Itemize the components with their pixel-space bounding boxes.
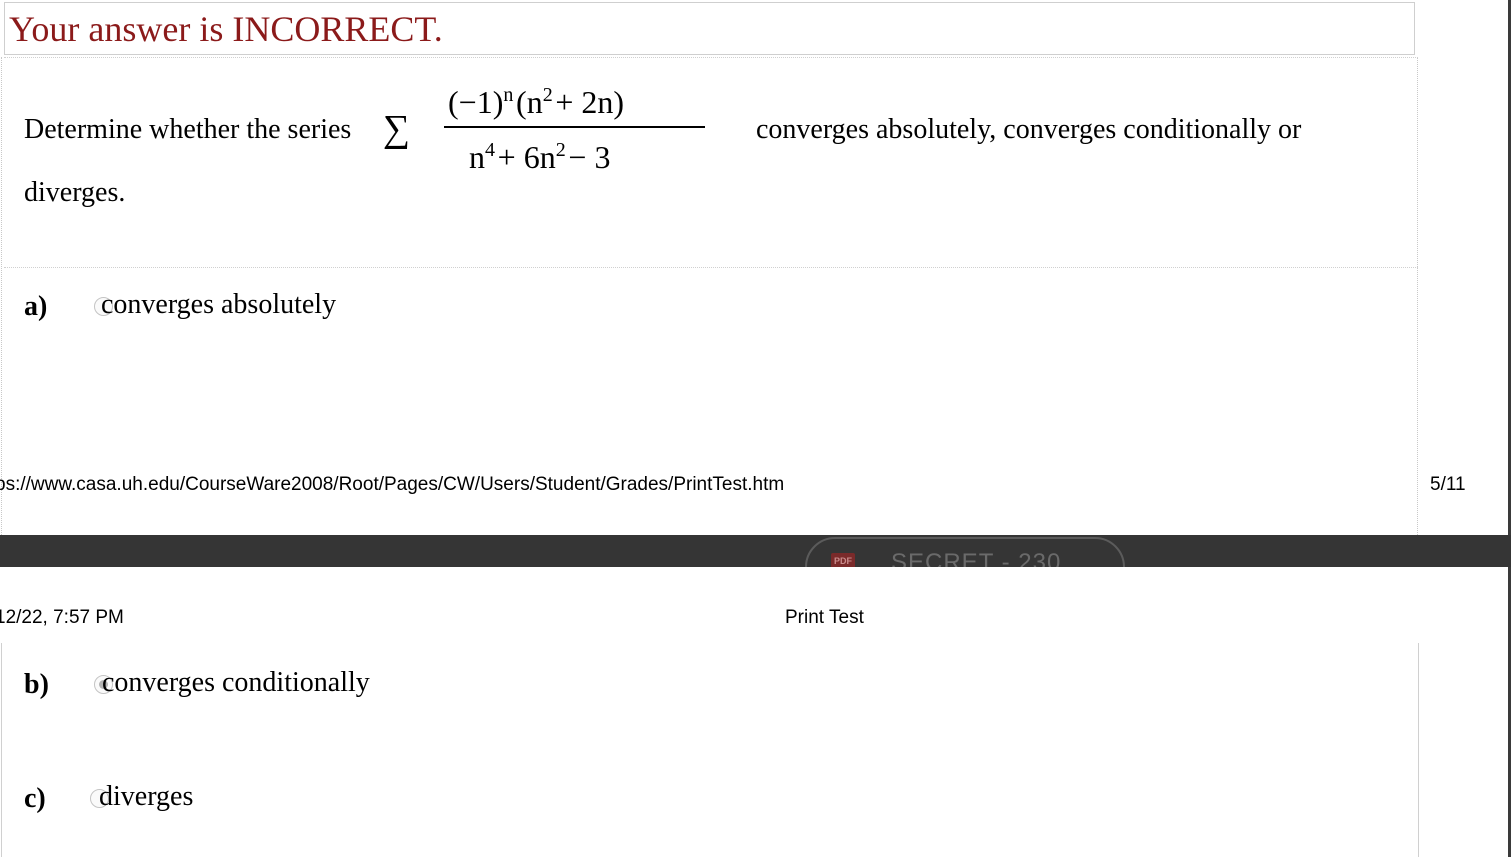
result-banner: Your answer is INCORRECT. [4,2,1415,55]
fraction-denominator: n4 + 6n2 − 3 [469,139,611,175]
divider [4,57,1418,58]
question-continuation: diverges. [24,177,126,208]
result-text: Your answer is INCORRECT. [9,9,443,49]
option-letter: a) [24,291,48,322]
question-prefix: Determine whether the series [24,114,352,145]
pdf-file-label: SECRET - 230 [891,549,1062,567]
option-letter: c) [24,783,46,814]
option-label: converges absolutely [101,289,337,320]
pdf-file-icon: PDF [831,553,855,567]
pdf-file-chip[interactable]: PDF SECRET - 230 [805,537,1125,567]
option-label: converges conditionally [102,667,370,698]
print-page-top: Your answer is INCORRECT. Determine whet… [0,0,1511,535]
fraction-numerator: (−1)n (n2 + 2n) [448,84,625,120]
print-page-bottom: 12/22, 7:57 PM Print Test b) converges c… [0,567,1511,857]
option-c[interactable]: c) diverges [24,780,284,814]
viewer-toolbar: PDF SECRET - 230 [0,535,1511,567]
option-b[interactable]: b) converges conditionally [24,666,444,700]
summation-symbol: ∑ [383,108,411,150]
question-suffix: converges absolutely, converges conditio… [756,114,1302,145]
option-a[interactable]: a) converges absolutely [24,288,424,322]
option-letter: b) [24,669,49,700]
print-header-title: Print Test [785,607,864,628]
print-footer-url: ps://www.casa.uh.edu/CourseWare2008/Root… [0,474,785,495]
option-label: diverges [99,781,194,812]
print-footer-page: 5/11 [1430,474,1466,495]
divider [4,267,1418,268]
print-header-date: 12/22, 7:57 PM [0,607,124,628]
fraction-bar [444,126,705,128]
